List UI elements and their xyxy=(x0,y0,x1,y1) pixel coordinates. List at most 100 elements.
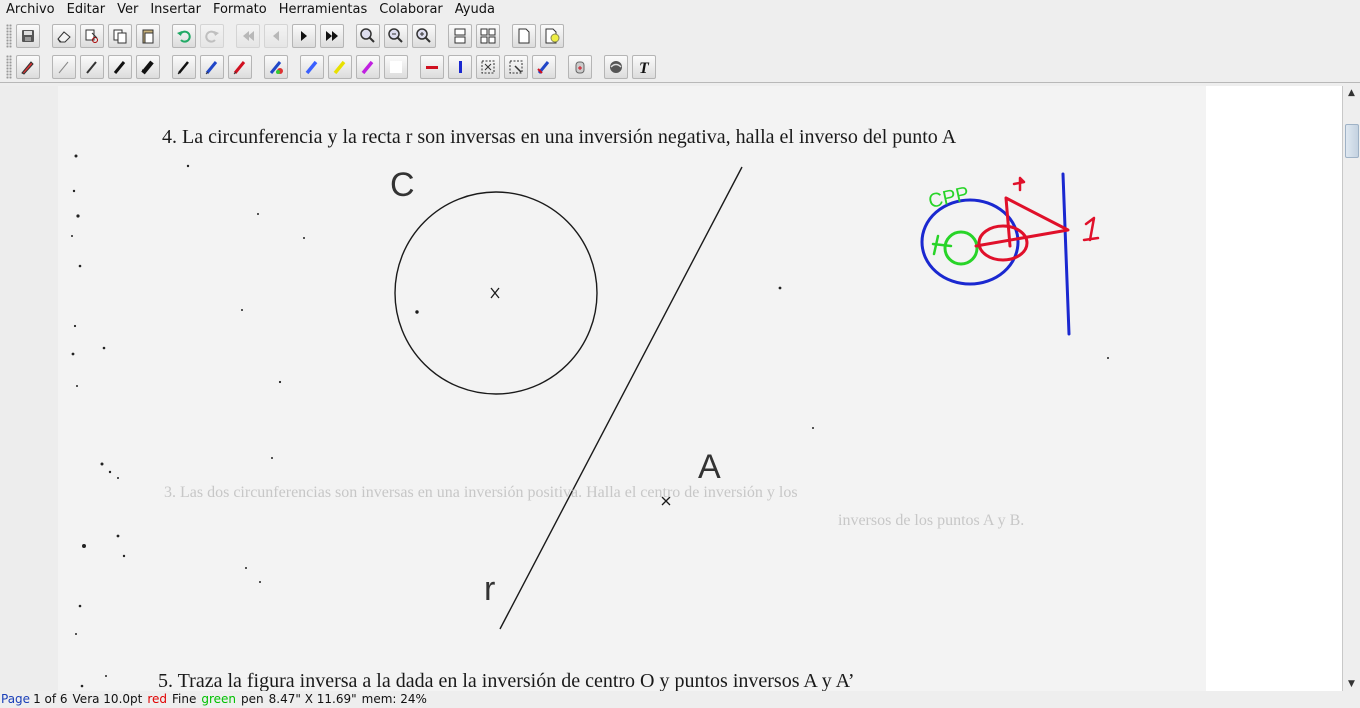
scroll-thumb[interactable] xyxy=(1345,124,1359,158)
vertical-space-icon xyxy=(537,61,550,74)
menu-bar: Archivo Editar Ver Insertar Formato Herr… xyxy=(0,0,1360,19)
paste-button[interactable] xyxy=(136,23,160,48)
first-page-button[interactable] xyxy=(236,23,260,48)
pencil-bold-button[interactable] xyxy=(136,55,160,79)
new-page-icon xyxy=(518,28,530,43)
eraser-icon xyxy=(57,30,71,42)
grid-layout-icon xyxy=(480,28,496,43)
status-page-info: 1 of 6 xyxy=(33,692,68,706)
page-drawing: CPP xyxy=(71,154,1109,688)
menu-herramientas[interactable]: Herramientas xyxy=(279,0,368,19)
label-r: r xyxy=(484,570,496,608)
status-bar: Page 1 of 6 Vera 10.0pt red Fine green pen 8.47… xyxy=(0,691,1360,708)
save-button[interactable] xyxy=(16,23,40,48)
toolbar-grip[interactable] xyxy=(6,55,12,79)
menu-editar[interactable]: Editar xyxy=(67,0,106,19)
circle-center-mark xyxy=(490,287,500,299)
menu-archivo[interactable]: Archivo xyxy=(6,0,55,19)
undo-button[interactable] xyxy=(172,23,196,48)
select-region-icon xyxy=(509,60,523,74)
last-page-button[interactable] xyxy=(320,23,344,48)
highlighter-blue-button[interactable] xyxy=(300,55,324,79)
green-circle-ink xyxy=(943,230,979,266)
copy-button[interactable] xyxy=(108,23,132,48)
menu-ayuda[interactable]: Ayuda xyxy=(455,0,495,19)
open-pdf-button[interactable] xyxy=(540,23,564,48)
cut-button[interactable] xyxy=(80,23,104,48)
problem-4-text: 4. La circunferencia y la recta r son in… xyxy=(162,126,957,148)
next-page-icon xyxy=(301,30,307,41)
text-tool-icon: T xyxy=(639,60,650,76)
pencil-fine-icon xyxy=(58,61,69,74)
next-page-button[interactable] xyxy=(292,23,316,48)
highlighter-magenta-button[interactable] xyxy=(356,55,380,79)
copy-icon xyxy=(113,29,127,43)
pencil-thick-icon xyxy=(113,61,126,74)
pencil-thick-button[interactable] xyxy=(108,55,132,79)
drawing-toolbar: T xyxy=(0,52,1360,83)
problem-5-text: 5. Traza la figura inversa a la dada en … xyxy=(158,670,855,691)
zoom-fit-button[interactable] xyxy=(412,23,436,48)
hand-tool-button[interactable] xyxy=(568,55,592,79)
status-highlighter-color: green xyxy=(201,692,237,706)
document-canvas[interactable]: CPP 100 4. La circunferencia y la recta … xyxy=(0,86,1342,691)
circle-point xyxy=(415,310,419,314)
scroll-up-icon[interactable]: ▲ xyxy=(1343,86,1360,100)
image-tool-icon xyxy=(610,61,622,73)
horizontal-line-button[interactable] xyxy=(420,55,444,79)
eraser-button[interactable] xyxy=(52,23,76,48)
vertical-scrollbar[interactable]: ▲ ▼ xyxy=(1342,86,1360,691)
status-page-label: Page xyxy=(1,692,31,706)
status-pen-width: Fine xyxy=(172,692,197,706)
pencil-fine-button[interactable] xyxy=(52,55,76,79)
page-margin xyxy=(0,86,58,691)
vertical-space-button[interactable] xyxy=(532,55,556,79)
zoom-out-button[interactable] xyxy=(384,23,408,48)
pen-multicolor-icon xyxy=(269,61,283,74)
toolbar-grip[interactable] xyxy=(6,23,12,48)
status-paper-size: 8.47" X 11.69" xyxy=(268,692,357,706)
pen-black-button[interactable] xyxy=(172,55,196,79)
highlighter-yellow-button[interactable] xyxy=(328,55,352,79)
continuous-layout-button[interactable] xyxy=(448,23,472,48)
horizontal-line-icon xyxy=(426,66,438,69)
cut-icon xyxy=(85,29,98,43)
label-a: A xyxy=(698,448,721,486)
new-page-button[interactable] xyxy=(512,23,536,48)
zoom-out-icon xyxy=(388,27,403,43)
menu-ver[interactable]: Ver xyxy=(117,0,138,19)
select-rect-button[interactable] xyxy=(476,55,500,79)
zoom-in-button[interactable] xyxy=(356,23,380,48)
vertical-line-icon xyxy=(459,61,462,73)
color-white-icon xyxy=(390,61,402,73)
menu-insertar[interactable]: Insertar xyxy=(150,0,201,19)
select-region-button[interactable] xyxy=(504,55,528,79)
scroll-down-icon[interactable]: ▼ xyxy=(1343,677,1360,691)
paste-icon xyxy=(142,29,154,43)
color-white-button[interactable] xyxy=(384,55,408,79)
menu-colaborar[interactable]: Colaborar xyxy=(379,0,442,19)
vertical-line-button[interactable] xyxy=(448,55,472,79)
save-icon xyxy=(22,29,34,42)
image-tool-button[interactable] xyxy=(604,55,628,79)
line-r xyxy=(499,166,743,630)
pen-multicolor-button[interactable] xyxy=(264,55,288,79)
pdf-page[interactable]: CPP 100 4. La circunferencia y la recta … xyxy=(58,86,1206,691)
prev-page-button[interactable] xyxy=(264,23,288,48)
xournal-window: Archivo Editar Ver Insertar Formato Herr… xyxy=(0,0,1360,708)
circle-c xyxy=(394,191,598,395)
last-page-icon xyxy=(326,30,338,41)
pen-tool-icon xyxy=(21,61,34,75)
pen-blue-button[interactable] xyxy=(200,55,224,79)
pencil-medium-button[interactable] xyxy=(80,55,104,79)
text-tool-button[interactable]: T xyxy=(632,55,656,79)
pen-blue-icon xyxy=(205,61,218,75)
highlighter-blue-icon xyxy=(305,60,318,75)
pen-red-button[interactable] xyxy=(228,55,252,79)
menu-formato[interactable]: Formato xyxy=(213,0,267,19)
pen-tool-button[interactable] xyxy=(16,55,40,79)
zoom-fit-icon xyxy=(416,27,431,43)
highlighter-magenta-icon xyxy=(361,60,374,75)
redo-button[interactable] xyxy=(200,23,224,48)
grid-layout-button[interactable] xyxy=(476,23,500,48)
